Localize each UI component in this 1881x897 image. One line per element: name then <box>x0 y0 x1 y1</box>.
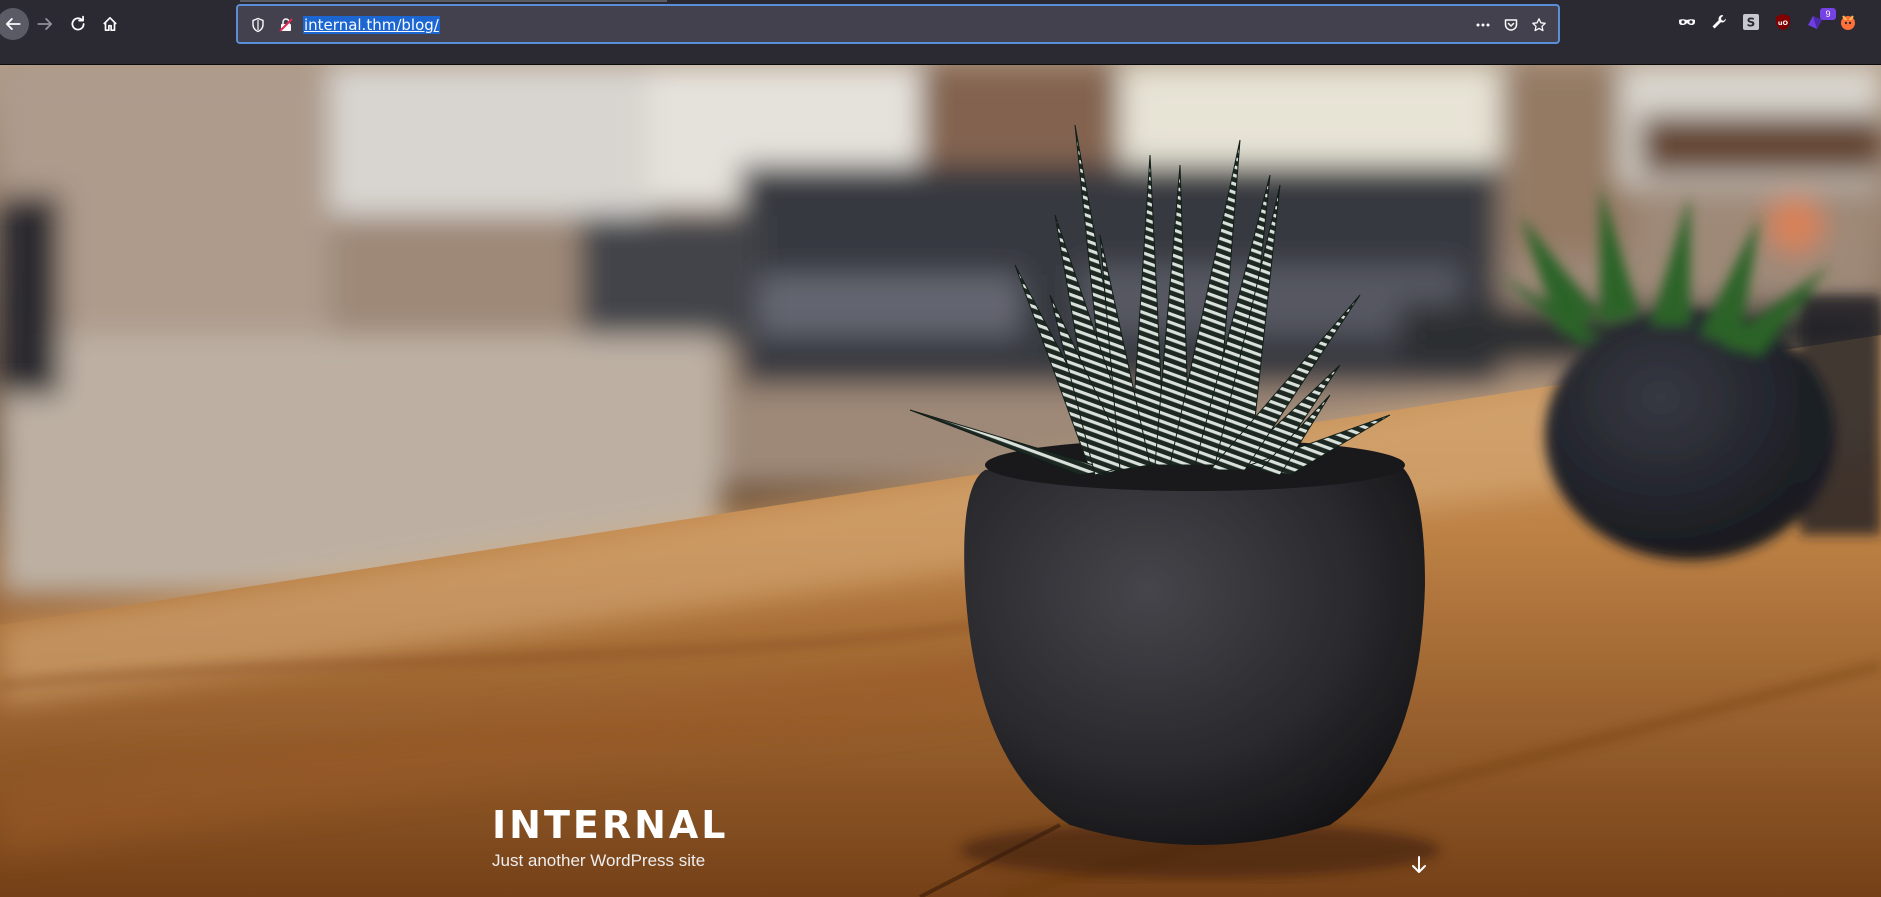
reload-button[interactable] <box>62 8 94 40</box>
hero-header: INTERNAL Just another WordPress site <box>0 65 1881 897</box>
header-background-image <box>0 65 1881 897</box>
url-text[interactable]: internal.thm/blog/ <box>303 16 440 34</box>
more-dots-icon[interactable] <box>1474 16 1492 34</box>
svg-text:uO: uO <box>1778 19 1789 27</box>
home-icon <box>103 16 117 32</box>
forward-arrow-icon <box>37 18 53 30</box>
site-tagline: Just another WordPress site <box>492 851 706 870</box>
url-bar[interactable]: internal.thm/blog/ <box>236 4 1560 44</box>
wrench-icon[interactable] <box>1709 12 1729 32</box>
reload-icon <box>71 15 85 31</box>
back-arrow-icon <box>5 18 21 30</box>
site-title[interactable]: INTERNAL <box>492 803 729 847</box>
home-button[interactable] <box>94 8 126 40</box>
shield-icon[interactable] <box>249 16 267 34</box>
extension-badge: 9 <box>1820 8 1836 20</box>
arrow-down-icon <box>1412 856 1426 873</box>
pocket-icon[interactable] <box>1502 16 1520 34</box>
browser-toolbar: internal.thm/blog/ S uO 9 <box>0 0 1881 65</box>
tab-indicator <box>240 0 667 2</box>
back-button[interactable] <box>0 8 29 40</box>
mask-icon[interactable] <box>1677 12 1697 32</box>
forward-button[interactable] <box>29 8 61 40</box>
fox-extension-icon[interactable] <box>1838 12 1858 32</box>
scroll-down-button[interactable] <box>1404 850 1434 880</box>
s-extension-icon[interactable]: S <box>1741 12 1761 32</box>
svg-text:S: S <box>1747 16 1756 30</box>
bookmark-star-icon[interactable] <box>1530 16 1548 34</box>
insecure-lock-icon[interactable] <box>277 16 295 34</box>
ublock-icon[interactable]: uO <box>1773 12 1793 32</box>
